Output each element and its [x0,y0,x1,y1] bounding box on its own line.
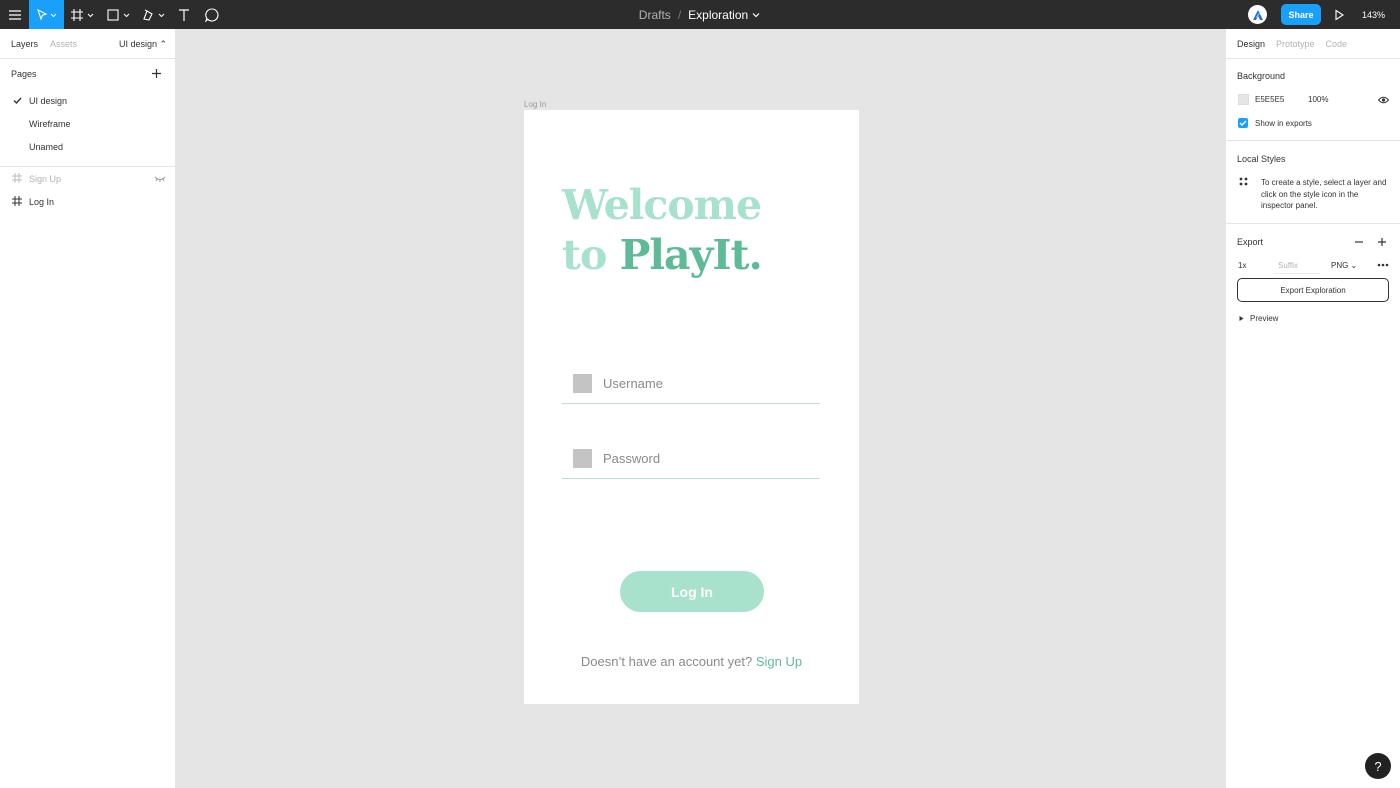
export-format-select[interactable]: PNG ⌄ [1331,261,1357,270]
headline-line-1: Welcome [562,181,762,229]
add-page-plus-icon[interactable] [151,68,162,79]
rectangle-icon [107,8,130,21]
more-options-icon[interactable] [1377,263,1389,267]
layer-item-label: Sign Up [29,173,62,184]
export-title: Export [1237,237,1264,247]
username-placeholder: Username [603,376,663,391]
inspector-tabs: Design Prototype Code [1226,29,1400,59]
export-section: Export 1x Suffix PNG ⌄ Export Exploratio… [1226,224,1400,344]
checkmark-icon [1239,120,1247,126]
password-placeholder: Password [603,451,661,466]
background-hex[interactable]: E5E5E5 [1255,95,1284,104]
layer-item-sign-up[interactable]: Sign Up [0,167,175,190]
cursor-icon [36,8,56,21]
password-icon-placeholder [573,449,592,468]
page-switcher[interactable]: UI design ⌃ [119,39,167,50]
signup-prompt-line: Doesn’t have an account yet? Sign Up [524,654,859,669]
frame-tool-button[interactable] [70,0,98,29]
comment-tool-button[interactable] [203,0,221,29]
check-icon [13,97,22,105]
preview-label: Preview [1250,314,1279,323]
page-item-wireframe[interactable]: Wireframe [0,112,175,135]
inspector-panel: Design Prototype Code Background E5E5E5 … [1225,29,1400,788]
export-scale[interactable]: 1x [1238,261,1246,270]
help-button[interactable]: ? [1365,753,1391,779]
signup-link[interactable]: Sign Up [756,654,802,669]
preview-toggle[interactable]: Preview [1238,314,1278,323]
tab-assets[interactable]: Assets [50,39,77,49]
user-logo-icon [1252,9,1263,20]
tab-design[interactable]: Design [1237,39,1265,49]
rectangle-tool-button[interactable] [106,0,134,29]
frame-hash-icon [12,173,22,183]
page-item-label: Unamed [29,141,64,152]
background-color-swatch[interactable] [1238,94,1249,105]
local-styles-title: Local Styles [1237,154,1286,164]
page-item-label: UI design [29,95,68,106]
export-suffix-input[interactable]: Suffix [1274,261,1320,274]
chevron-down-icon[interactable] [751,11,761,19]
export-button[interactable]: Export Exploration [1237,278,1389,302]
file-title[interactable]: Exploration [688,8,748,22]
tab-prototype[interactable]: Prototype [1276,39,1315,49]
move-tool-button[interactable] [29,0,64,29]
share-button[interactable]: Share [1281,4,1321,25]
username-field[interactable]: Username [562,374,820,404]
layer-item-label: Log In [29,196,55,207]
pen-tool-button[interactable] [141,0,169,29]
left-panel-tabs: Layers Assets UI design ⌃ [0,29,175,59]
tab-code[interactable]: Code [1326,39,1348,49]
menu-icon[interactable] [0,0,29,29]
comment-icon [205,7,219,22]
breadcrumb-separator: / [677,7,682,22]
pages-header: Pages [0,59,175,89]
text-tool-button[interactable] [175,0,193,29]
tab-layers[interactable]: Layers [11,39,38,49]
page-item-label: Wireframe [29,118,71,129]
hidden-eye-icon[interactable] [154,176,166,182]
password-field[interactable]: Password [562,449,820,479]
page-item-ui-design[interactable]: UI design [0,89,175,112]
username-icon-placeholder [573,374,592,393]
background-opacity[interactable]: 100% [1308,95,1328,104]
styles-grid-icon [1239,177,1248,186]
eye-icon[interactable] [1378,96,1389,104]
local-styles-section: Local Styles To create a style, select a… [1226,141,1400,224]
background-section: Background E5E5E5 100% Show in exports [1226,59,1400,141]
headline-brand: PlayIt. [619,231,763,279]
avatar[interactable] [1248,5,1267,24]
login-frame[interactable]: Welcome to PlayIt. Username Password Log… [524,110,859,704]
page-item-unamed[interactable]: Unamed [0,135,175,158]
layers-panel: Layers Assets UI design ⌃ Pages UI desig… [0,29,176,788]
frame-hash-icon [12,196,22,206]
frame-label[interactable]: Log In [524,100,546,109]
pen-icon [143,9,165,21]
zoom-level[interactable]: 143% [1362,0,1385,29]
welcome-headline: Welcome to PlayIt. [562,180,763,280]
breadcrumb-drafts[interactable]: Drafts [639,8,671,22]
headline-to: to [562,231,607,279]
pages-title: Pages [11,69,37,79]
login-button[interactable]: Log In [620,571,764,612]
top-toolbar: Drafts / Exploration Share 143% [0,0,1400,29]
caret-right-icon [1239,316,1244,321]
frame-icon [71,8,94,21]
plus-icon[interactable] [1377,237,1387,247]
signup-prompt: Doesn’t have an account yet? [580,654,753,669]
local-styles-hint: To create a style, select a layer and cl… [1261,178,1387,210]
layer-item-log-in[interactable]: Log In [0,190,175,213]
show-in-exports-label: Show in exports [1255,119,1312,128]
background-title: Background [1237,71,1286,81]
minus-icon[interactable] [1354,237,1364,247]
show-in-exports-checkbox[interactable] [1238,118,1248,128]
present-play-icon[interactable] [1332,8,1346,22]
text-icon [179,8,189,21]
